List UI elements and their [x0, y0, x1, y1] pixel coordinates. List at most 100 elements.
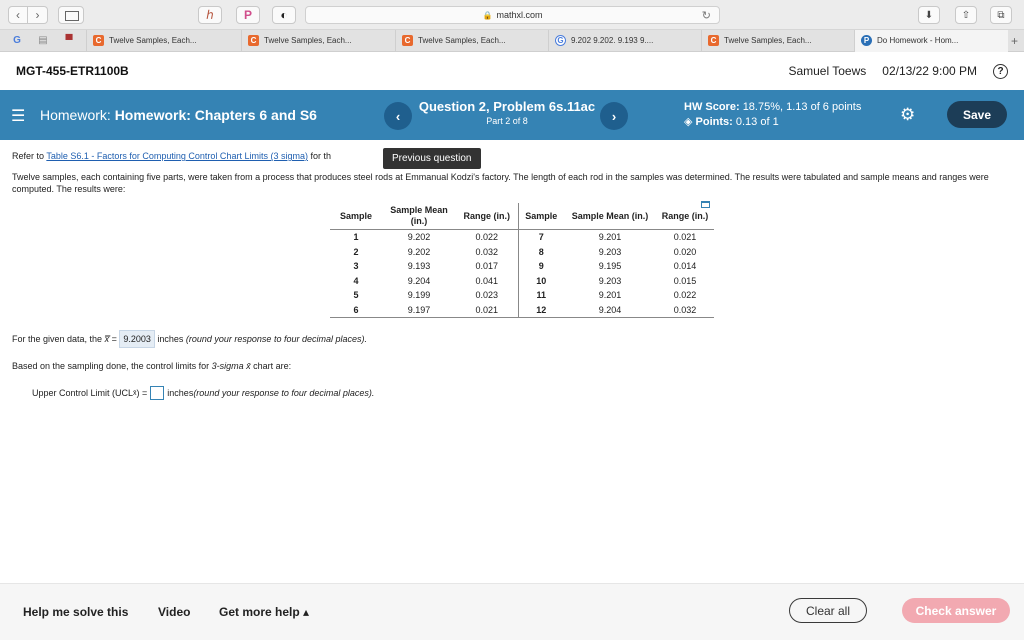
extension-honey-icon[interactable]: ℎ	[198, 6, 222, 24]
get-more-help-button[interactable]: Get more help ▴	[219, 605, 309, 619]
browser-tab[interactable]: C Twelve Samples, Each...	[701, 29, 854, 52]
tab-bar: G ▤ ▀ C Twelve Samples, Each... C Twelve S…	[0, 29, 1024, 52]
video-button[interactable]: Video	[158, 605, 190, 619]
copy-table-icon[interactable]	[701, 201, 710, 208]
table-cell: 11	[536, 290, 546, 300]
chegg-icon: C	[402, 35, 413, 46]
pearson-icon: P	[861, 35, 872, 46]
table-cell: 0.032	[656, 302, 714, 318]
tab-label: 9.202 9.202. 9.193 9....	[571, 36, 654, 45]
help-icon[interactable]: ?	[993, 63, 1008, 79]
new-tab-icon[interactable]: +	[1011, 34, 1018, 48]
next-question-button[interactable]: ›	[600, 102, 628, 130]
data-table: Sample Sample Mean (in.) Range (in.) Sam…	[330, 203, 714, 318]
share-icon[interactable]: ⇧	[955, 6, 977, 24]
tabs-overview-icon[interactable]: ⧉	[990, 6, 1012, 24]
address-bar[interactable]: 🔒 mathxl.com ↻	[305, 6, 720, 24]
score-value: 18.75%, 1.13 of 6 points	[742, 101, 862, 113]
limits-suffix: chart are:	[250, 361, 292, 371]
tab-label: Twelve Samples, Each...	[264, 36, 352, 45]
ucl-eq: ) =	[136, 388, 148, 398]
chegg-icon: C	[248, 35, 259, 46]
browser-tab[interactable]: G 9.202 9.202. 9.193 9....	[548, 29, 701, 52]
ucl-note: (round your response to four decimal pla…	[193, 388, 375, 398]
refer-prefix: Refer to	[12, 151, 47, 161]
table-row: 1 9.202 0.022 7 9.201 0.021	[330, 229, 714, 245]
previous-question-button[interactable]: ‹	[384, 102, 412, 130]
table-cell: 8	[538, 246, 544, 257]
table-row: 5 9.199 0.023 11 9.201 0.022	[330, 288, 714, 303]
points-label: Points:	[695, 116, 733, 128]
url-text: mathxl.com	[496, 10, 543, 20]
table-cell: 7	[538, 232, 544, 242]
table-cell: 9.193	[407, 261, 431, 271]
limits-italic: 3-sigma x̄	[211, 361, 251, 371]
table-link[interactable]: Table S6.1 - Factors for Computing Contr…	[46, 151, 308, 161]
app-header: MGT-455-ETR1100B Samuel Toews 02/13/22 9…	[0, 52, 1024, 90]
table-row: 4 9.204 0.041 10 9.203 0.015	[330, 273, 714, 288]
table-header: Sample	[518, 203, 564, 230]
lock-icon: 🔒	[482, 10, 493, 20]
table-cell: 3	[353, 261, 359, 271]
given-prefix: For the given data, the	[12, 334, 105, 344]
forward-icon[interactable]: ›	[28, 6, 48, 24]
save-button[interactable]: Save	[947, 101, 1007, 128]
question-content: Previous question Refer to Table S6.1 - …	[0, 148, 1024, 400]
table-cell: 0.022	[673, 290, 697, 300]
score-panel: HW Score: 18.75%, 1.13 of 6 points ◈ Poi…	[684, 100, 861, 130]
course-title: MGT-455-ETR1100B	[16, 64, 129, 78]
table-cell: 9.203	[598, 275, 622, 286]
table-cell: 0.032	[456, 244, 519, 259]
extension-shield-icon[interactable]: ◐	[272, 6, 296, 24]
pinned-flag-icon[interactable]: ▀	[60, 34, 78, 48]
help-me-solve-button[interactable]: Help me solve this	[23, 605, 128, 619]
browser-tab[interactable]: C Twelve Samples, Each...	[395, 29, 548, 52]
given-suffix: inches	[154, 334, 186, 344]
nav-buttons: ‹ ›	[8, 6, 48, 24]
pinned-doc-icon[interactable]: ▤	[34, 34, 52, 48]
download-icon[interactable]: ⬇	[918, 6, 940, 24]
pinned-google-icon[interactable]: G	[8, 34, 26, 48]
refer-line: Refer to Table S6.1 - Factors for Comput…	[12, 150, 1012, 162]
table-cell: 9.195	[598, 261, 622, 271]
table-cell: 4	[353, 275, 359, 286]
table-cell: 0.023	[456, 288, 519, 303]
table-cell: 6	[330, 302, 382, 318]
table-cell: 9.199	[407, 290, 431, 300]
browser-tab[interactable]: C Twelve Samples, Each...	[241, 29, 395, 52]
ucl-input[interactable]	[150, 386, 165, 400]
tab-label: Twelve Samples, Each...	[724, 36, 812, 45]
table-header: Sample	[330, 203, 382, 230]
sidebar-toggle-icon[interactable]	[58, 6, 84, 24]
user-area: Samuel Toews 02/13/22 9:00 PM ?	[788, 63, 1008, 79]
homework-prefix: Homework:	[40, 107, 115, 123]
table-cell: 0.021	[456, 302, 519, 318]
given-data-line: For the given data, the x̿ = 9.2003 inch…	[12, 330, 1012, 348]
limits-prefix: Based on the sampling done, the control …	[12, 361, 212, 371]
browser-tab-active[interactable]: P Do Homework - Hom...	[854, 29, 1008, 52]
gear-icon[interactable]: ⚙	[900, 105, 915, 125]
table-row: 2 9.202 0.032 8 9.203 0.020	[330, 244, 714, 259]
given-note: (round your response to four decimal pla…	[185, 334, 367, 344]
back-icon[interactable]: ‹	[8, 6, 28, 24]
ucl-label: Upper Control Limit (UCL	[32, 388, 134, 398]
table-cell: 5	[353, 290, 359, 300]
menu-icon[interactable]: ☰	[11, 106, 25, 126]
problem-description: Twelve samples, each containing five par…	[12, 172, 989, 194]
table-cell: 0.014	[673, 261, 697, 271]
reload-icon[interactable]: ↻	[702, 9, 711, 22]
table-cell: 9.201	[598, 232, 622, 242]
clear-all-button[interactable]: Clear all	[789, 598, 867, 623]
table-header: Sample Mean (in.)	[382, 203, 456, 230]
table-cell: 9	[538, 261, 544, 271]
score-label: HW Score:	[684, 101, 740, 113]
extension-p-icon[interactable]: P	[236, 6, 260, 24]
table-header: Sample Mean (in.)	[564, 203, 656, 230]
table-cell: 2	[353, 246, 359, 257]
tab-label: Do Homework - Hom...	[877, 36, 959, 45]
check-answer-button[interactable]: Check answer	[902, 598, 1010, 623]
browser-tab[interactable]: C Twelve Samples, Each...	[86, 29, 241, 52]
limits-line: Based on the sampling done, the control …	[12, 361, 1012, 371]
user-name[interactable]: Samuel Toews	[788, 64, 866, 78]
table-row: 3 9.193 0.017 9 9.195 0.014	[330, 259, 714, 274]
